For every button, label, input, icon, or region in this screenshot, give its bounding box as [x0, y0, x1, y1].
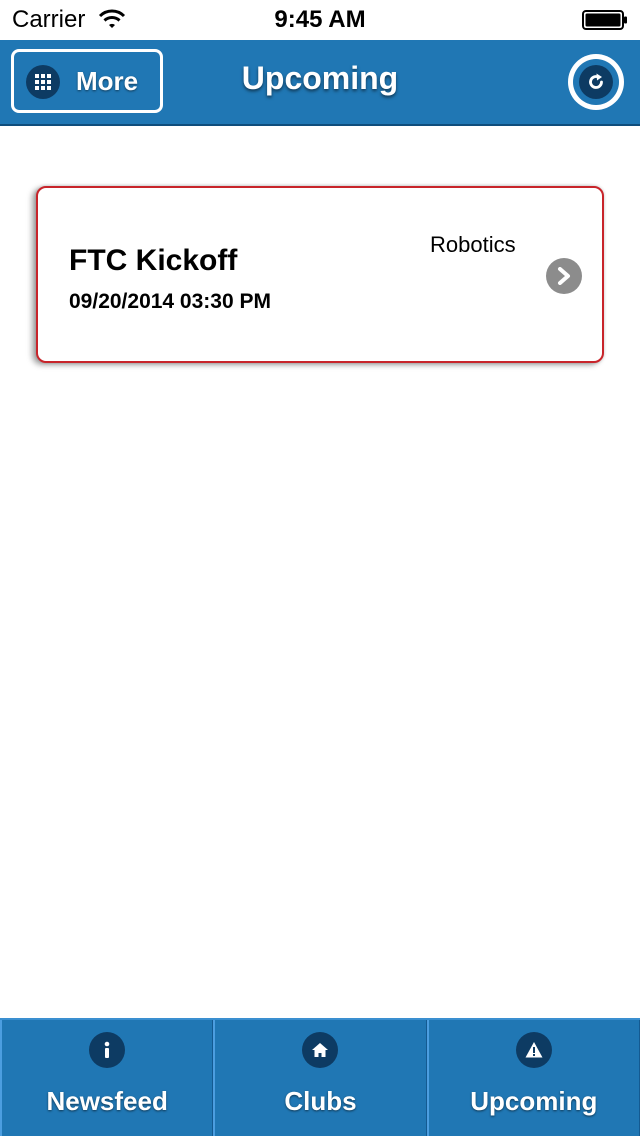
grid-icon: [26, 65, 60, 99]
tab-upcoming[interactable]: Upcoming: [426, 1020, 640, 1136]
event-card[interactable]: Robotics FTC Kickoff 09/20/2014 03:30 PM: [36, 186, 604, 363]
battery-icon: [582, 10, 627, 30]
refresh-button[interactable]: [568, 54, 624, 110]
event-club: Robotics: [430, 232, 516, 257]
info-icon: [89, 1032, 126, 1068]
chevron-right-icon[interactable]: [546, 258, 582, 294]
tab-label: Clubs: [284, 1086, 357, 1116]
more-button[interactable]: More: [11, 49, 163, 113]
warning-icon: [515, 1032, 552, 1068]
tab-bar: Newsfeed Clubs Upcoming: [0, 1018, 640, 1136]
more-button-label: More: [76, 66, 139, 96]
event-title: FTC Kickoff: [69, 244, 238, 277]
status-time: 9:45 AM: [274, 6, 366, 33]
status-bar: Carrier 9:45 AM: [0, 0, 640, 40]
home-icon: [302, 1032, 339, 1068]
tab-newsfeed[interactable]: Newsfeed: [0, 1020, 214, 1136]
tab-label: Upcoming: [470, 1086, 598, 1116]
event-datetime: 09/20/2014 03:30 PM: [69, 290, 271, 313]
tab-clubs[interactable]: Clubs: [213, 1020, 427, 1136]
refresh-icon: [579, 65, 613, 99]
tab-label: Newsfeed: [46, 1086, 168, 1116]
nav-header: More Upcoming: [0, 40, 640, 126]
